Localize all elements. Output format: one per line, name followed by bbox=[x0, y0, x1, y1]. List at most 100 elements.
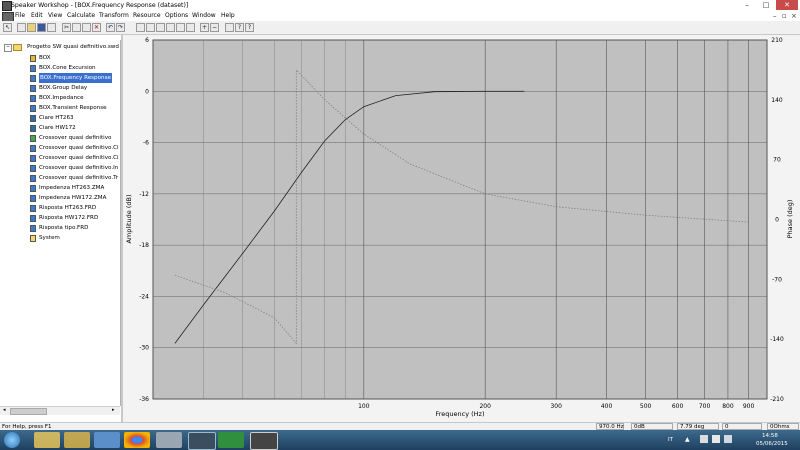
open-folder-icon[interactable] bbox=[27, 23, 36, 32]
y-tick-label: -30 bbox=[139, 345, 149, 352]
tree-item-label: Impedenza HT263.ZMA bbox=[39, 185, 105, 191]
status-ohms: 0Ohms bbox=[767, 423, 799, 430]
dataset-icon bbox=[30, 65, 36, 72]
tree-root[interactable]: Progetto SW quasi definitivo.swd bbox=[27, 42, 119, 52]
y2-axis-label: Phase (deg) bbox=[786, 200, 794, 239]
scroll-thumb[interactable] bbox=[10, 408, 47, 415]
toolbar: ↖ ✂ ✕ ↶ ↷ + − ? ? bbox=[0, 21, 800, 35]
status-amplitude: 0dB bbox=[631, 423, 673, 430]
tree-item-label: Crossover quasi definitivo.Tr bbox=[39, 175, 119, 181]
window-title: Speaker Workshop - [BOX.Frequency Respon… bbox=[11, 2, 189, 9]
y2-tick-label: 140 bbox=[771, 97, 783, 104]
scroll-right-icon[interactable]: ▸ bbox=[112, 407, 115, 413]
scroll-left-icon[interactable]: ◂ bbox=[3, 407, 6, 413]
copy-icon[interactable] bbox=[72, 23, 81, 32]
zoom-out-icon[interactable]: − bbox=[210, 23, 219, 32]
print-icon[interactable] bbox=[225, 23, 234, 32]
properties-icon[interactable] bbox=[47, 23, 56, 32]
menu-help[interactable]: Help bbox=[221, 11, 235, 21]
dataset-icon bbox=[30, 95, 36, 102]
clock-date[interactable]: 05/06/2015 bbox=[756, 440, 788, 448]
mdi-minimize-button[interactable]: – bbox=[773, 11, 777, 21]
monitor-app-icon[interactable] bbox=[250, 432, 278, 450]
folder-app-icon[interactable] bbox=[64, 432, 90, 448]
menu-resource[interactable]: Resource bbox=[133, 11, 161, 21]
taskbar: IT ▲ 14:58 05/06/2015 bbox=[0, 430, 800, 450]
chart-tool-icon[interactable] bbox=[146, 23, 155, 32]
pointer-icon[interactable]: ↖ bbox=[3, 23, 12, 32]
x-tick-label: 100 bbox=[358, 403, 370, 410]
mdi-restore-button[interactable]: ▫ bbox=[782, 11, 787, 21]
menu-calculate[interactable]: Calculate bbox=[67, 11, 95, 21]
zoom-in-icon[interactable]: + bbox=[200, 23, 209, 32]
save-icon[interactable] bbox=[37, 23, 46, 32]
driver-tool-icon[interactable] bbox=[176, 23, 185, 32]
dataset-icon bbox=[30, 175, 36, 182]
tree-item-label: BOX.Impedance bbox=[39, 95, 84, 101]
dataset-icon bbox=[30, 75, 36, 82]
explorer-icon[interactable] bbox=[34, 432, 60, 448]
tree-item-label: BOX bbox=[39, 55, 51, 61]
dataset-tool-icon[interactable] bbox=[156, 23, 165, 32]
menu-view[interactable]: View bbox=[48, 11, 62, 21]
x-tick-label: 400 bbox=[601, 403, 613, 410]
x-tick-label: 200 bbox=[479, 403, 491, 410]
title-bar: Speaker Workshop - [BOX.Frequency Respon… bbox=[0, 0, 800, 11]
tools-icon[interactable] bbox=[156, 432, 182, 448]
tree-item-label: Crossover quasi definitivo.In bbox=[39, 165, 119, 171]
menu-window[interactable]: Window bbox=[192, 11, 216, 21]
tree-horizontal-scrollbar[interactable]: ◂ ▸ bbox=[0, 406, 120, 415]
y2-tick-label: -210 bbox=[770, 396, 784, 403]
help-icon[interactable]: ? bbox=[235, 23, 244, 32]
mdi-close-button[interactable]: × bbox=[791, 11, 797, 21]
tree-item-label: BOX.Group Delay bbox=[39, 85, 88, 91]
speaker-workshop-taskbar-icon[interactable] bbox=[188, 432, 216, 450]
chrome-icon[interactable] bbox=[124, 432, 150, 448]
y2-tick-label: 210 bbox=[771, 37, 783, 44]
tree-item-label: Crossover quasi definitivo.Ci bbox=[39, 145, 119, 151]
plot-area bbox=[152, 39, 768, 400]
paste-icon[interactable] bbox=[82, 23, 91, 32]
tray-volume-icon[interactable] bbox=[724, 435, 732, 443]
y-tick-label: -12 bbox=[139, 191, 149, 198]
minimize-button[interactable]: – bbox=[738, 0, 756, 10]
tray-flag-icon[interactable] bbox=[712, 435, 720, 443]
delete-icon[interactable]: ✕ bbox=[92, 23, 101, 32]
y-tick-label: 0 bbox=[145, 88, 149, 95]
close-button[interactable]: ✕ bbox=[776, 0, 798, 10]
maximize-button[interactable]: □ bbox=[757, 0, 775, 10]
tray-up-icon[interactable]: ▲ bbox=[685, 436, 690, 443]
menu-edit[interactable]: Edit bbox=[31, 11, 43, 21]
remote-desktop-icon[interactable] bbox=[94, 432, 120, 448]
x-tick-label: 900 bbox=[743, 403, 755, 410]
tree-item-label: System bbox=[39, 235, 60, 241]
context-help-icon[interactable]: ? bbox=[245, 23, 254, 32]
tree-collapse-icon[interactable]: − bbox=[4, 44, 12, 52]
menu-file[interactable]: File bbox=[15, 11, 25, 21]
y-tick-label: -36 bbox=[139, 396, 149, 403]
redo-icon[interactable]: ↷ bbox=[116, 23, 125, 32]
tray-network-icon[interactable] bbox=[700, 435, 708, 443]
clock-time[interactable]: 14:58 bbox=[762, 432, 778, 440]
speaker-volume-app-icon[interactable] bbox=[218, 432, 244, 448]
y-tick-label: 6 bbox=[145, 37, 149, 44]
new-chart-icon[interactable] bbox=[136, 23, 145, 32]
network-tool-icon[interactable] bbox=[166, 23, 175, 32]
undo-icon[interactable]: ↶ bbox=[106, 23, 115, 32]
new-file-icon[interactable] bbox=[17, 23, 26, 32]
tree-item-label: BOX.Cone Excursion bbox=[39, 65, 96, 71]
dataset-icon bbox=[30, 165, 36, 172]
start-button[interactable] bbox=[4, 432, 20, 448]
cut-icon[interactable]: ✂ bbox=[62, 23, 71, 32]
network-icon bbox=[30, 135, 36, 142]
status-frequency: 970.0 Hz bbox=[596, 423, 624, 430]
project-tree: − Progetto SW quasi definitivo.swd BOX BO… bbox=[0, 40, 121, 406]
enclosure-tool-icon[interactable] bbox=[186, 23, 195, 32]
tree-item-label: Ciare HW172 bbox=[39, 125, 76, 131]
language-indicator[interactable]: IT bbox=[668, 436, 673, 444]
menu-transform[interactable]: Transform bbox=[99, 11, 129, 21]
x-tick-label: 600 bbox=[672, 403, 684, 410]
dataset-icon bbox=[30, 215, 36, 222]
menu-options[interactable]: Options bbox=[165, 11, 188, 21]
frequency-response-chart[interactable]: 6 0 -6 -12 -18 -24 -30 -36 210 140 70 0 -70 -140 -210… bbox=[123, 35, 800, 422]
